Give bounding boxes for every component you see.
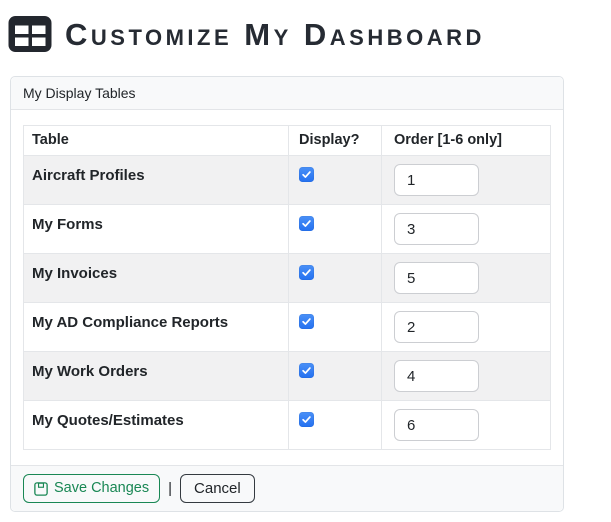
- display-checkbox[interactable]: [299, 363, 314, 378]
- table-name-label: My Work Orders: [32, 363, 148, 380]
- table-row: My Quotes/Estimates: [23, 400, 551, 450]
- display-checkbox[interactable]: [299, 412, 314, 427]
- column-header-display: Display?: [288, 125, 382, 156]
- table-name-label: My Invoices: [32, 265, 118, 282]
- table-header-row: Table Display? Order [1-6 only]: [23, 125, 551, 156]
- table-row: Aircraft Profiles: [23, 155, 551, 205]
- page-title: Customize My Dashboard: [65, 16, 485, 52]
- table-row: My Invoices: [23, 253, 551, 303]
- save-changes-button[interactable]: Save Changes: [23, 474, 161, 503]
- display-tables-table: Table Display? Order [1-6 only] Aircraft…: [23, 125, 551, 450]
- table-row: My AD Compliance Reports: [23, 302, 551, 352]
- order-input[interactable]: [394, 360, 479, 392]
- table-name-label: My AD Compliance Reports: [32, 314, 229, 331]
- panel-footer: Save Changes | Cancel: [11, 465, 563, 511]
- display-checkbox[interactable]: [299, 167, 314, 182]
- order-input[interactable]: [394, 409, 479, 441]
- display-tables-body: Aircraft Profiles My Forms: [23, 155, 551, 450]
- table-name-label: My Forms: [32, 216, 103, 233]
- order-input[interactable]: [394, 311, 479, 343]
- panel-body: Table Display? Order [1-6 only] Aircraft…: [11, 110, 563, 465]
- display-checkbox[interactable]: [299, 314, 314, 329]
- my-display-tables-panel: My Display Tables Table Display? Order […: [10, 76, 564, 512]
- table-name-label: My Quotes/Estimates: [32, 412, 184, 429]
- save-changes-label: Save Changes: [54, 480, 150, 497]
- cancel-button[interactable]: Cancel: [180, 474, 255, 503]
- column-header-table: Table: [23, 125, 289, 156]
- page: Customize My Dashboard My Display Tables…: [0, 0, 611, 512]
- table-row: My Forms: [23, 204, 551, 254]
- display-checkbox[interactable]: [299, 265, 314, 280]
- table-grid-icon: [8, 15, 52, 53]
- column-header-order: Order [1-6 only]: [381, 125, 551, 156]
- table-name-label: Aircraft Profiles: [32, 167, 145, 184]
- order-input[interactable]: [394, 164, 479, 196]
- table-row: My Work Orders: [23, 351, 551, 401]
- page-header: Customize My Dashboard: [0, 0, 611, 56]
- button-separator: |: [168, 480, 173, 497]
- display-checkbox[interactable]: [299, 216, 314, 231]
- order-input[interactable]: [394, 213, 479, 245]
- order-input[interactable]: [394, 262, 479, 294]
- save-floppy-icon: [34, 481, 48, 496]
- panel-header-title: My Display Tables: [11, 77, 563, 110]
